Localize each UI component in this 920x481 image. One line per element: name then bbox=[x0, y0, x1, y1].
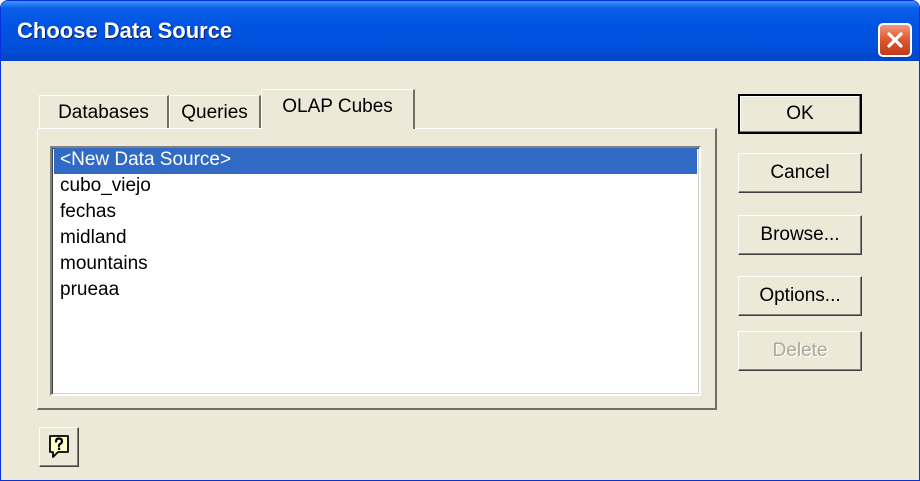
tab-label: OLAP Cubes bbox=[282, 95, 393, 117]
delete-button[interactable]: Delete bbox=[738, 331, 862, 371]
cancel-label: Cancel bbox=[770, 162, 830, 183]
close-button[interactable] bbox=[878, 23, 912, 57]
list-item[interactable]: midland bbox=[54, 226, 697, 252]
cancel-button[interactable]: Cancel bbox=[738, 153, 862, 193]
options-button[interactable]: Options... bbox=[738, 276, 862, 316]
dialog-title: Choose Data Source bbox=[17, 18, 233, 43]
list-item[interactable]: mountains bbox=[54, 252, 697, 278]
browse-button[interactable]: Browse... bbox=[738, 215, 862, 255]
data-source-list[interactable]: <New Data Source> cubo_viejo fechas midl… bbox=[50, 146, 701, 396]
list-item[interactable]: prueaa bbox=[54, 278, 697, 304]
options-label: Options... bbox=[759, 285, 841, 306]
ok-button[interactable]: OK bbox=[738, 94, 862, 134]
title-bar[interactable]: Choose Data Source bbox=[1, 1, 919, 61]
tab-label: Databases bbox=[58, 101, 149, 123]
tab-label: Queries bbox=[181, 101, 248, 123]
delete-label: Delete bbox=[772, 340, 828, 361]
list-item[interactable]: <New Data Source> bbox=[54, 148, 697, 174]
close-icon bbox=[887, 32, 903, 48]
dialog-window: Choose Data Source Databases Queries OLA… bbox=[0, 0, 920, 481]
list-item[interactable]: cubo_viejo bbox=[54, 174, 697, 200]
tab-panel: <New Data Source> cubo_viejo fechas midl… bbox=[37, 128, 717, 410]
tab-queries[interactable]: Queries bbox=[169, 95, 261, 129]
browse-label: Browse... bbox=[760, 224, 840, 245]
list-item[interactable]: fechas bbox=[54, 200, 697, 226]
tab-databases[interactable]: Databases bbox=[39, 95, 169, 129]
help-button[interactable] bbox=[39, 427, 79, 467]
tab-olap-cubes[interactable]: OLAP Cubes bbox=[261, 89, 415, 129]
ok-label: OK bbox=[786, 103, 814, 124]
dialog-body: Databases Queries OLAP Cubes <New Data S… bbox=[1, 61, 919, 480]
help-icon bbox=[49, 435, 69, 458]
